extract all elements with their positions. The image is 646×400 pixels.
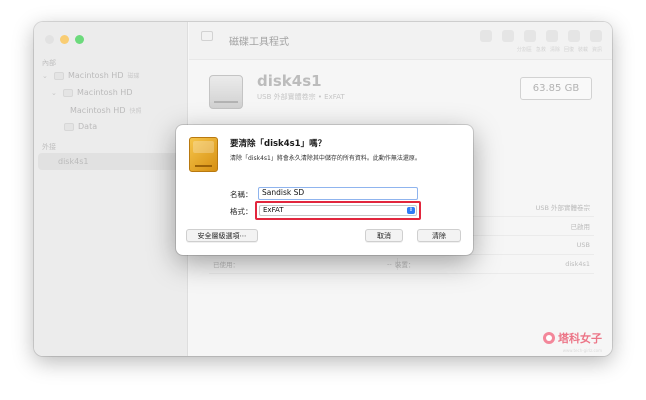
volume-subtitle: USB 外部實體卷宗 • ExFAT <box>257 93 345 101</box>
format-selected-value: ExFAT <box>263 206 284 214</box>
toolbar-labels: 分割區 急救 清除 回復 裝載 資訊 <box>517 46 602 53</box>
toolbar-label-restore: 回復 <box>563 47 574 53</box>
capacity-badge: 63.85 GB <box>520 77 592 100</box>
toolbar-label-erase: 清除 <box>549 47 560 53</box>
sidebar-item-label: Macintosh HD <box>70 106 126 115</box>
info-row: 已使用： -- 裝置： disk4s1 <box>209 255 594 274</box>
sidebar-item-macintosh-hd-disk[interactable]: ⌄ Macintosh HD 磁碟 <box>42 71 140 80</box>
format-select[interactable]: ExFAT ⇕ <box>259 205 417 216</box>
info-value: -- <box>387 260 392 268</box>
minimize-window-button[interactable] <box>60 35 69 44</box>
info-value: USB <box>576 241 590 249</box>
mount-icon[interactable] <box>568 30 580 42</box>
info-value: 已啟用 <box>570 223 591 231</box>
info-label: 裝置： <box>395 261 415 269</box>
sidebar: 內部 ⌄ Macintosh HD 磁碟 ⌄ Macintosh HD Maci… <box>34 22 188 356</box>
info-label: 已使用： <box>213 261 239 269</box>
volume-icon <box>64 122 74 131</box>
format-label: 格式： <box>230 207 253 216</box>
toolbar-label-partition: 分割區 <box>516 47 532 53</box>
name-input[interactable]: Sandisk SD <box>258 187 418 200</box>
toolbar-actions <box>480 30 602 42</box>
first-aid-icon[interactable] <box>502 30 514 42</box>
sidebar-section-internal: 內部 <box>42 59 56 67</box>
dialog-title: 要清除「disk4s1」嗎？ <box>230 139 327 149</box>
erase-dialog: 要清除「disk4s1」嗎？ 清除「disk4s1」將會永久清除其中儲存的所有資… <box>176 125 473 255</box>
info-icon[interactable] <box>590 30 602 42</box>
sidebar-item-macintosh-hd-container[interactable]: ⌄ Macintosh HD <box>51 88 132 97</box>
dialog-message: 清除「disk4s1」將會永久清除其中儲存的所有資料。此動作無法還原。 <box>230 155 421 162</box>
chevron-up-down-icon[interactable]: ⇕ <box>407 207 415 214</box>
volume-icon <box>63 88 73 97</box>
sidebar-item-tag: 磁碟 <box>127 73 140 80</box>
erase-button[interactable]: 清除 <box>417 229 461 242</box>
sidebar-item-label: Data <box>78 122 98 131</box>
chevron-down-icon[interactable]: ⌄ <box>42 72 50 80</box>
window-controls <box>45 35 84 44</box>
window-title: 磁碟工具程式 <box>229 37 289 48</box>
watermark-text: 塔科女子 <box>558 332 602 345</box>
security-options-button[interactable]: 安全層級選項⋯ <box>186 229 258 242</box>
toolbar-label-mount: 裝載 <box>577 47 588 53</box>
zoom-window-button[interactable] <box>75 35 84 44</box>
info-value: USB 外部實體卷宗 <box>535 204 590 212</box>
cancel-button[interactable]: 取消 <box>365 229 403 242</box>
restore-icon[interactable] <box>546 30 558 42</box>
sidebar-toggle-icon[interactable] <box>201 31 213 41</box>
name-label: 名稱： <box>230 190 253 199</box>
watermark: 塔科女子 <box>543 330 602 346</box>
info-value: disk4s1 <box>565 260 590 268</box>
sidebar-item-label: Macintosh HD <box>68 71 124 80</box>
external-drive-icon <box>189 137 218 172</box>
watermark-url: www.tech-girlz.com <box>562 348 602 353</box>
watermark-logo-icon <box>543 332 555 344</box>
toolbar-label-info: 資訊 <box>591 47 602 53</box>
toolbar-label-first-aid: 急救 <box>535 47 546 53</box>
volume-name: disk4s1 <box>257 72 322 90</box>
sidebar-item-label: Macintosh HD <box>77 88 133 97</box>
close-window-button[interactable] <box>45 35 54 44</box>
chevron-down-icon[interactable]: ⌄ <box>51 89 59 97</box>
disk-icon <box>54 71 64 80</box>
sidebar-item-macintosh-hd-snapshot[interactable]: Macintosh HD 快照 <box>70 106 142 115</box>
toolbar: 磁碟工具程式 分割區 急救 清除 回復 裝載 資訊 <box>189 22 612 60</box>
sidebar-section-external: 外接 <box>42 143 56 151</box>
partition-icon[interactable] <box>480 30 492 42</box>
erase-icon[interactable] <box>524 30 536 42</box>
sidebar-item-data[interactable]: Data <box>64 122 97 131</box>
sidebar-item-tag: 快照 <box>129 108 142 115</box>
external-drive-icon <box>209 75 243 109</box>
sidebar-item-disk4s1[interactable]: disk4s1 <box>58 157 88 166</box>
sidebar-item-label: disk4s1 <box>58 157 89 166</box>
